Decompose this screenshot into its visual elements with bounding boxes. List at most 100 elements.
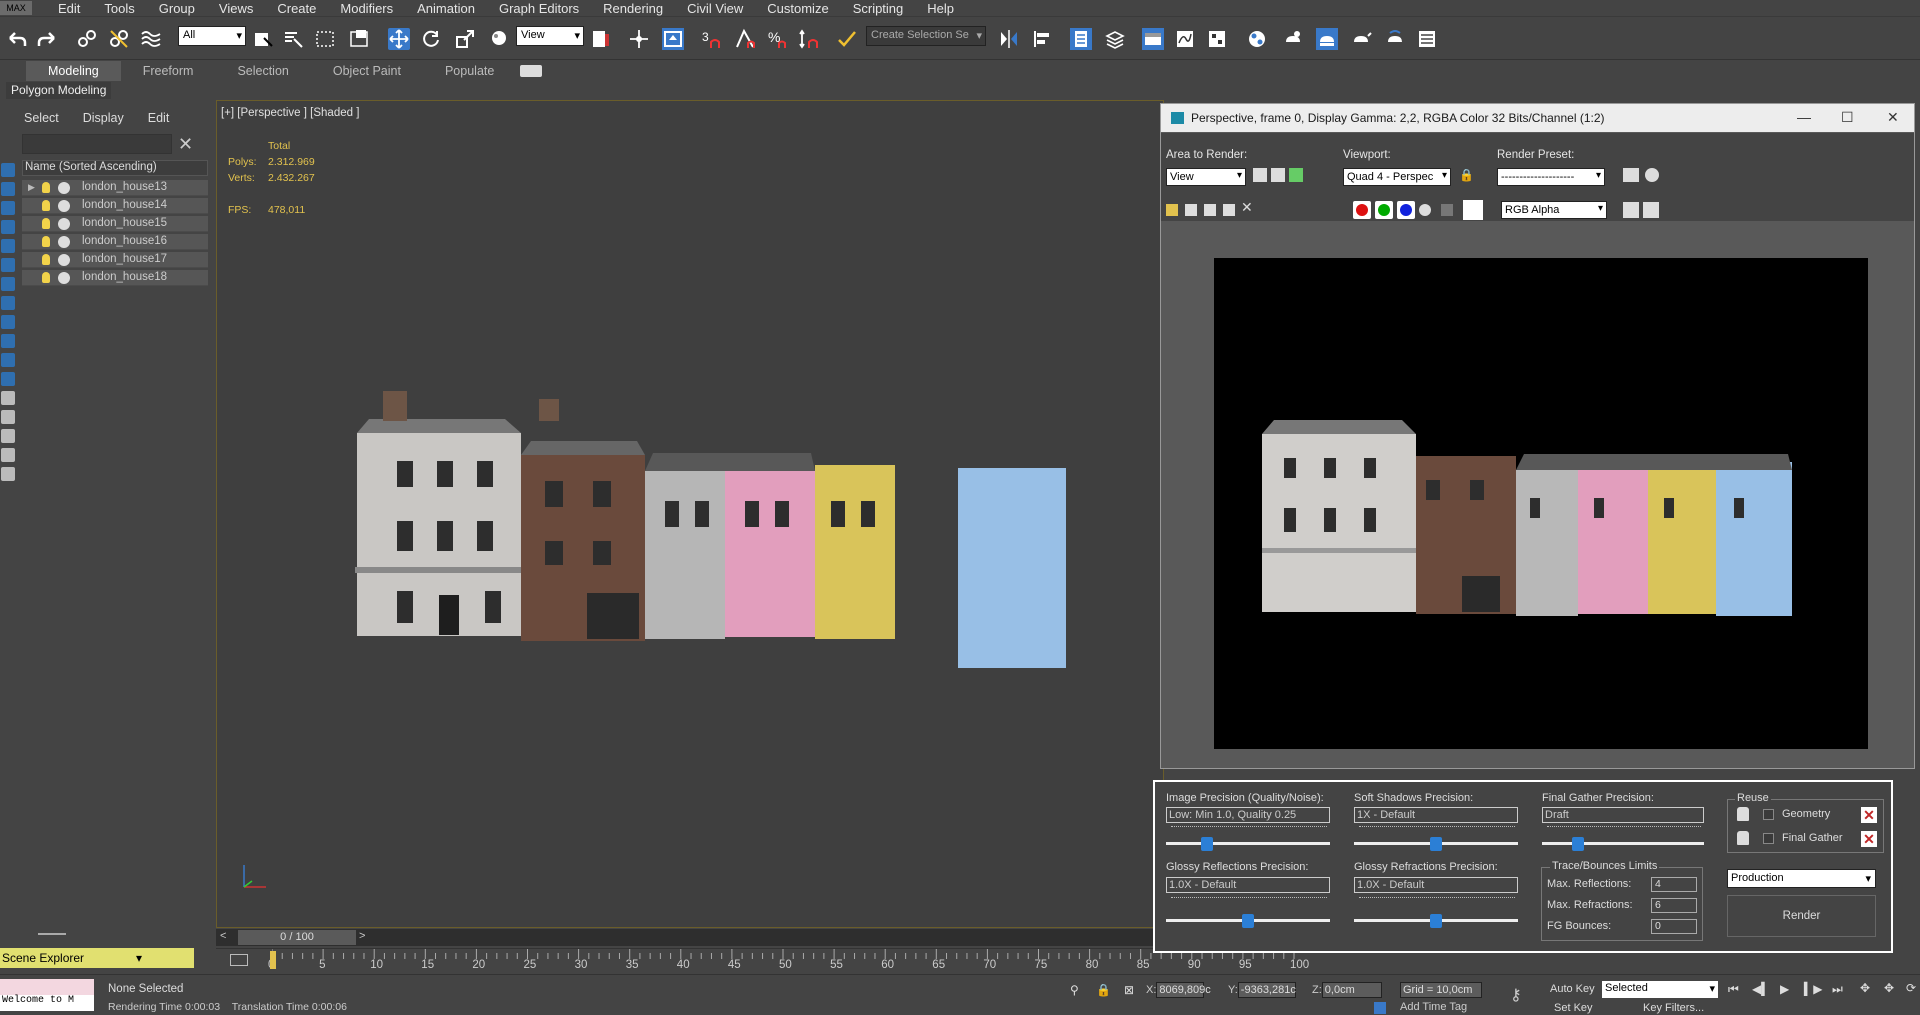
percent-snap-icon[interactable]: % bbox=[766, 28, 788, 50]
area-to-render-select[interactable]: View bbox=[1166, 168, 1246, 186]
explorer-options-icon[interactable] bbox=[1, 467, 15, 481]
clear-final-gather-cache-icon[interactable]: ✕ bbox=[1861, 831, 1877, 847]
select-and-scale-icon[interactable] bbox=[454, 28, 476, 50]
time-slider-handle[interactable]: 0 / 100 bbox=[238, 930, 356, 945]
schematic-view-icon[interactable] bbox=[1206, 28, 1228, 50]
key-mode-icon[interactable]: ⚷ bbox=[1510, 985, 1522, 1005]
app-logo[interactable]: MAX bbox=[0, 1, 32, 15]
tab-object-paint[interactable]: Object Paint bbox=[311, 61, 423, 81]
select-and-move-icon[interactable] bbox=[388, 28, 410, 50]
bind-space-warp-icon[interactable] bbox=[140, 28, 162, 50]
explorer-resize-handle[interactable] bbox=[38, 933, 66, 935]
spell-check-icon[interactable] bbox=[836, 28, 858, 50]
display-frozen-icon[interactable] bbox=[1, 410, 15, 424]
link-icon[interactable] bbox=[76, 28, 98, 50]
display-filter-icon[interactable] bbox=[1, 448, 15, 462]
green-channel-icon[interactable] bbox=[1375, 201, 1393, 219]
final-gather-slider-track[interactable] bbox=[1542, 842, 1704, 845]
display-lights-icon[interactable] bbox=[1, 258, 15, 272]
tab-modeling[interactable]: Modeling bbox=[26, 61, 121, 81]
display-cameras-icon[interactable] bbox=[1, 277, 15, 291]
z-coordinate-field[interactable]: 0,0cm bbox=[1321, 982, 1382, 998]
render-preset-select[interactable]: -------------------- bbox=[1497, 168, 1605, 186]
clear-geometry-cache-icon[interactable]: ✕ bbox=[1861, 807, 1877, 823]
lock-viewport-icon[interactable]: 🔒 bbox=[1459, 168, 1474, 182]
time-slider[interactable]: < 0 / 100 > bbox=[216, 929, 1164, 946]
select-and-rotate-icon[interactable] bbox=[420, 28, 442, 50]
list-item[interactable]: london_house14 bbox=[22, 198, 208, 214]
menu-help[interactable]: Help bbox=[915, 1, 966, 16]
go-to-start-icon[interactable]: ⏮ bbox=[1728, 982, 1739, 997]
clear-image-icon[interactable]: ✕ bbox=[1241, 199, 1253, 216]
align-icon[interactable] bbox=[1032, 28, 1054, 50]
print-image-icon[interactable] bbox=[1223, 204, 1235, 216]
display-xrefs-icon[interactable] bbox=[1, 353, 15, 367]
final-gather-checkbox[interactable] bbox=[1763, 833, 1774, 844]
viewport-label[interactable]: [+] [Perspective ] [Shaded ] bbox=[221, 107, 359, 119]
menu-customize[interactable]: Customize bbox=[755, 1, 840, 16]
render-button[interactable]: Render bbox=[1727, 895, 1876, 937]
expand-arrow-icon[interactable]: ▶ bbox=[28, 182, 35, 193]
maxscript-input[interactable] bbox=[0, 979, 94, 995]
keyboard-shortcut-override-icon[interactable] bbox=[662, 28, 684, 50]
display-groups-icon[interactable] bbox=[1, 334, 15, 348]
curve-editor-icon[interactable] bbox=[1174, 28, 1196, 50]
scene-houses[interactable] bbox=[355, 381, 895, 671]
close-window-icon[interactable]: ✕ bbox=[1887, 109, 1899, 126]
go-to-end-icon[interactable]: ⏭ bbox=[1832, 982, 1843, 997]
final-gather-slider[interactable] bbox=[1571, 837, 1584, 851]
red-channel-icon[interactable] bbox=[1353, 201, 1371, 219]
x-coordinate-field[interactable]: 8069,809c bbox=[1156, 982, 1211, 998]
scene-explorer-toggle-icon[interactable] bbox=[1070, 28, 1092, 50]
light-bulb-icon[interactable] bbox=[42, 182, 50, 193]
lock-final-gather-icon[interactable] bbox=[1737, 831, 1749, 845]
house-blue[interactable] bbox=[958, 468, 1066, 668]
save-image-icon[interactable] bbox=[1166, 204, 1178, 216]
window-crossing-icon[interactable] bbox=[348, 28, 370, 50]
undo-icon[interactable] bbox=[6, 28, 28, 50]
clone-frame-icon[interactable] bbox=[1204, 204, 1216, 216]
soft-shadows-slider[interactable] bbox=[1430, 837, 1442, 851]
light-bulb-icon[interactable] bbox=[42, 236, 50, 247]
key-filters-button[interactable]: Key Filters... bbox=[1643, 1002, 1704, 1014]
display-geometry-icon[interactable] bbox=[1, 220, 15, 234]
display-hidden-icon[interactable] bbox=[1, 429, 15, 443]
current-frame-marker[interactable] bbox=[270, 951, 276, 969]
toggle-ui-icon[interactable] bbox=[1643, 202, 1659, 218]
ribbon-options-icon[interactable] bbox=[520, 65, 543, 77]
display-bones-icon[interactable] bbox=[1, 372, 15, 386]
edit-region-icon[interactable] bbox=[1253, 168, 1267, 182]
snaps-toggle-icon[interactable]: 3 bbox=[700, 28, 722, 50]
spinner-snap-icon[interactable] bbox=[798, 28, 820, 50]
maxscript-listener[interactable]: Welcome to M bbox=[0, 979, 94, 1011]
light-bulb-icon[interactable] bbox=[42, 200, 50, 211]
light-bulb-icon[interactable] bbox=[42, 272, 50, 283]
render-setup-icon[interactable] bbox=[1282, 28, 1304, 50]
viewport-select[interactable]: Quad 4 - Perspec bbox=[1343, 168, 1451, 186]
auto-key-button[interactable]: Auto Key bbox=[1550, 983, 1595, 995]
material-editor-icon[interactable] bbox=[1246, 28, 1268, 50]
list-item[interactable]: london_house18 bbox=[22, 270, 208, 286]
toggle-ui-overlay-icon[interactable] bbox=[1623, 202, 1639, 218]
menu-civil-view[interactable]: Civil View bbox=[675, 1, 755, 16]
tab-selection[interactable]: Selection bbox=[215, 61, 310, 81]
menu-tools[interactable]: Tools bbox=[92, 1, 146, 16]
toggle-ribbon-icon[interactable] bbox=[1142, 28, 1164, 50]
list-item[interactable]: london_house15 bbox=[22, 216, 208, 232]
select-by-name-icon[interactable] bbox=[282, 28, 304, 50]
auto-region-icon[interactable] bbox=[1271, 168, 1285, 182]
display-all-icon[interactable] bbox=[1, 182, 15, 196]
render-setup-rw-icon[interactable] bbox=[1623, 168, 1639, 182]
max-refractions-spinner[interactable]: 6 bbox=[1651, 898, 1697, 913]
list-item[interactable]: ▶ london_house13 bbox=[22, 180, 208, 196]
selection-lock-icon[interactable]: 🔒 bbox=[1096, 983, 1111, 997]
select-manipulate-icon[interactable] bbox=[628, 28, 650, 50]
rendered-frame-window[interactable]: Perspective, frame 0, Display Gamma: 2,2… bbox=[1160, 103, 1915, 769]
mirror-icon[interactable] bbox=[998, 28, 1020, 50]
a360-gallery-icon[interactable] bbox=[1416, 28, 1438, 50]
invert-display-icon[interactable] bbox=[1, 201, 15, 215]
render-output-canvas[interactable] bbox=[1214, 258, 1868, 749]
glossy-reflections-slider[interactable] bbox=[1242, 914, 1254, 928]
fg-bounces-spinner[interactable]: 0 bbox=[1651, 919, 1697, 934]
render-in-cloud-icon[interactable] bbox=[1384, 28, 1406, 50]
